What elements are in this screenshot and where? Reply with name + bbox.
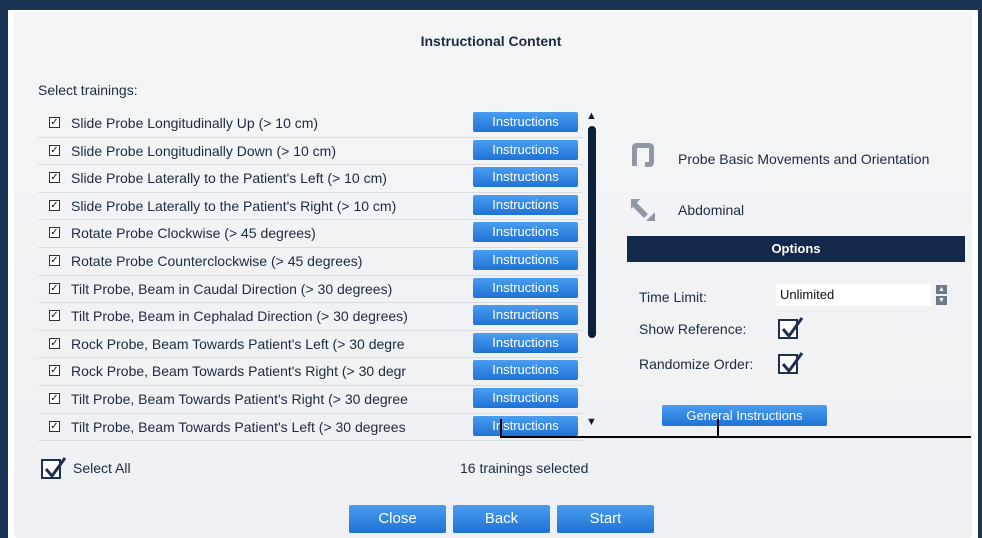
select-all-checkbox[interactable] — [41, 457, 67, 479]
training-label: Tilt Probe, Beam Towards Patient's Left … — [71, 418, 406, 435]
training-row: ✓ Tilt Probe, Beam in Cephalad Direction … — [38, 303, 583, 331]
callout-line — [500, 436, 971, 438]
time-limit-field[interactable]: Unlimited — [776, 284, 931, 306]
training-label: Slide Probe Laterally to the Patient's R… — [71, 197, 397, 214]
training-label: Slide Probe Laterally to the Patient's L… — [71, 170, 387, 187]
close-button[interactable]: Close — [349, 505, 446, 533]
instructions-button[interactable]: Instructions — [473, 332, 578, 353]
training-row: ✓ Tilt Probe, Beam in Caudal Direction (>… — [38, 276, 583, 304]
time-limit-label: Time Limit: — [639, 289, 707, 305]
probe-icon — [631, 199, 655, 221]
training-checkbox[interactable]: ✓ — [49, 420, 60, 432]
training-checkbox[interactable]: ✓ — [49, 365, 60, 377]
callout-line — [500, 419, 502, 437]
dialog-title: Instructional Content — [420, 33, 562, 49]
training-row: ✓ Rotate Probe Clockwise (> 45 degrees) In… — [38, 220, 583, 248]
instructions-button[interactable]: Instructions — [473, 139, 578, 160]
training-label: Tilt Probe, Beam in Caudal Direction (> … — [71, 280, 393, 297]
instructions-button[interactable]: Instructions — [473, 112, 578, 132]
instructions-button[interactable]: Instructions — [473, 415, 578, 436]
instructions-button[interactable]: Instructions — [473, 167, 578, 188]
training-label: Rotate Probe Counterclockwise (> 45 degr… — [71, 252, 363, 269]
instructions-button[interactable]: Instructions — [473, 222, 578, 243]
select-all-label: Select All — [73, 460, 131, 476]
training-checkbox[interactable]: ✓ — [49, 282, 60, 294]
training-label: Slide Probe Longitudinally Down (> 10 cm… — [71, 142, 336, 159]
training-checkbox[interactable]: ✓ — [49, 310, 60, 322]
start-button[interactable]: Start — [557, 505, 654, 533]
spin-down-icon[interactable]: ▼ — [936, 296, 947, 305]
training-row: ✓ Slide Probe Longitudinally Up (> 10 cm)… — [38, 110, 583, 138]
colon-icon — [632, 143, 654, 167]
training-list: ✓ Slide Probe Longitudinally Up (> 10 cm)… — [38, 110, 583, 442]
spin-up-icon[interactable]: ▲ — [936, 285, 947, 294]
instructions-button[interactable]: Instructions — [473, 249, 578, 270]
callout-line — [717, 419, 719, 437]
training-checkbox[interactable]: ✓ — [49, 337, 60, 349]
selected-count: 16 trainings selected — [460, 460, 589, 476]
scrollbar-thumb[interactable] — [588, 126, 596, 338]
show-reference-checkbox[interactable] — [778, 317, 804, 339]
training-row: ✓ Tilt Probe, Beam Towards Patient's Righ… — [38, 386, 583, 414]
training-label: Rock Probe, Beam Towards Patient's Left … — [71, 335, 405, 352]
training-checkbox[interactable]: ✓ — [49, 254, 60, 266]
training-row: ✓ Rock Probe, Beam Towards Patient's Righ… — [38, 358, 583, 386]
scroll-down-arrow-icon[interactable]: ▼ — [586, 416, 597, 428]
checkmark-icon — [44, 457, 67, 479]
checkmark-icon — [781, 352, 804, 374]
training-checkbox[interactable]: ✓ — [49, 144, 60, 156]
time-limit-spinner[interactable]: ▲ ▼ — [936, 285, 947, 305]
training-label: Rotate Probe Clockwise (> 45 degrees) — [71, 225, 316, 242]
instructions-button[interactable]: Instructions — [473, 194, 578, 215]
randomize-order-label: Randomize Order: — [639, 356, 754, 372]
training-checkbox[interactable]: ✓ — [49, 117, 60, 128]
training-checkbox[interactable]: ✓ — [49, 227, 60, 239]
instructions-button[interactable]: Instructions — [473, 277, 578, 298]
training-row: ✓ Slide Probe Longitudinally Down (> 10 c… — [38, 138, 583, 166]
instructions-button[interactable]: Instructions — [473, 305, 578, 326]
checkmark-icon — [781, 317, 804, 339]
training-row: ✓ Rotate Probe Counterclockwise (> 45 deg… — [38, 248, 583, 276]
options-header: Options — [627, 236, 965, 262]
training-row: ✓ Rock Probe, Beam Towards Patient's Left… — [38, 331, 583, 359]
instructions-button[interactable]: Instructions — [473, 387, 578, 408]
show-reference-label: Show Reference: — [639, 321, 747, 337]
training-label: Slide Probe Longitudinally Up (> 10 cm) — [71, 115, 319, 131]
training-label: Rock Probe, Beam Towards Patient's Right… — [71, 363, 407, 380]
randomize-order-checkbox[interactable] — [778, 352, 804, 374]
category-name: Abdominal — [678, 202, 745, 218]
training-checkbox[interactable]: ✓ — [49, 199, 60, 211]
module-name: Probe Basic Movements and Orientation — [678, 151, 930, 167]
training-row: ✓ Slide Probe Laterally to the Patient's … — [38, 193, 583, 221]
training-label: Tilt Probe, Beam Towards Patient's Right… — [71, 390, 408, 407]
training-label: Tilt Probe, Beam in Cephalad Direction (… — [71, 308, 408, 325]
back-button[interactable]: Back — [453, 505, 550, 533]
training-checkbox[interactable]: ✓ — [49, 172, 60, 184]
general-instructions-button[interactable]: General Instructions — [662, 405, 827, 426]
select-trainings-label: Select trainings: — [38, 82, 138, 98]
scroll-up-arrow-icon[interactable]: ▲ — [586, 110, 597, 122]
training-checkbox[interactable]: ✓ — [49, 392, 60, 404]
instructions-button[interactable]: Instructions — [473, 360, 578, 381]
training-row: ✓ Slide Probe Laterally to the Patient's … — [38, 165, 583, 193]
